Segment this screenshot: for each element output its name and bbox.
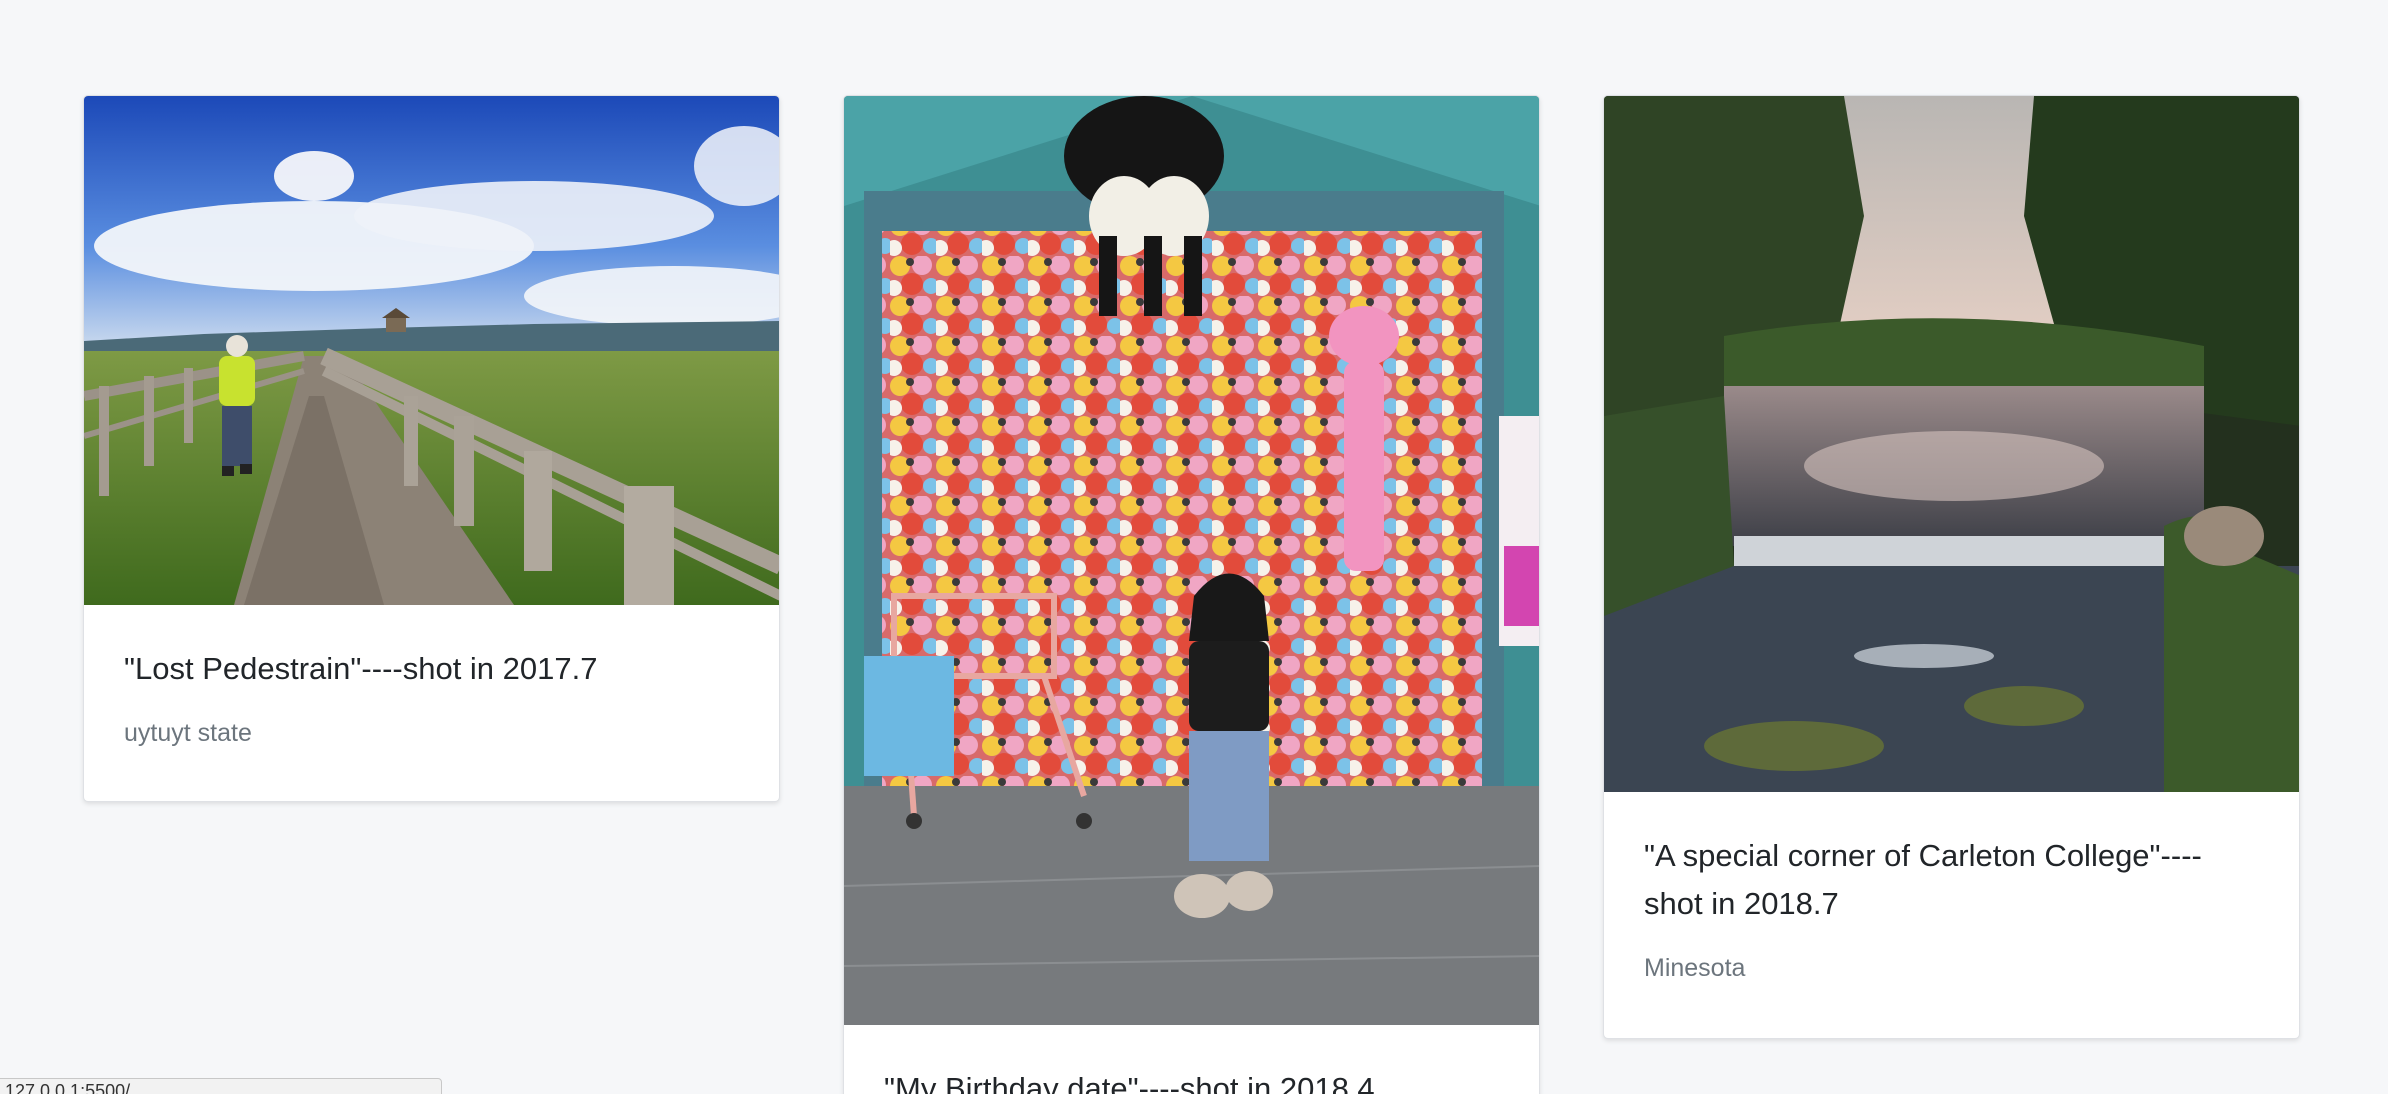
card-subtitle: Minesota [1644, 954, 1746, 982]
card-title: "A special corner of Carleton College"--… [1644, 838, 2202, 921]
photo-card[interactable]: "Lost Pedestrain"----shot in 2017.7 uytu… [83, 95, 780, 802]
plush-wall-photo [844, 96, 1539, 1025]
card-image [844, 96, 1539, 1025]
card-title: "Lost Pedestrain"----shot in 2017.7 [124, 651, 598, 686]
card-title: "My Birthday date"----shot in 2018.4 [884, 1071, 1375, 1094]
waterfall-photo [1604, 96, 2299, 792]
boardwalk-photo [84, 96, 779, 605]
card-image [84, 96, 779, 605]
photo-card[interactable]: "A special corner of Carleton College"--… [1603, 95, 2300, 1039]
status-bar-url: 127.0.0.1:5500/... [0, 1078, 442, 1094]
gallery-page: "Lost Pedestrain"----shot in 2017.7 uytu… [0, 0, 2388, 1094]
card-subtitle: uytuyt state [124, 719, 252, 747]
photo-card[interactable]: "My Birthday date"----shot in 2018.4 [843, 95, 1540, 1094]
card-image [1604, 96, 2299, 792]
